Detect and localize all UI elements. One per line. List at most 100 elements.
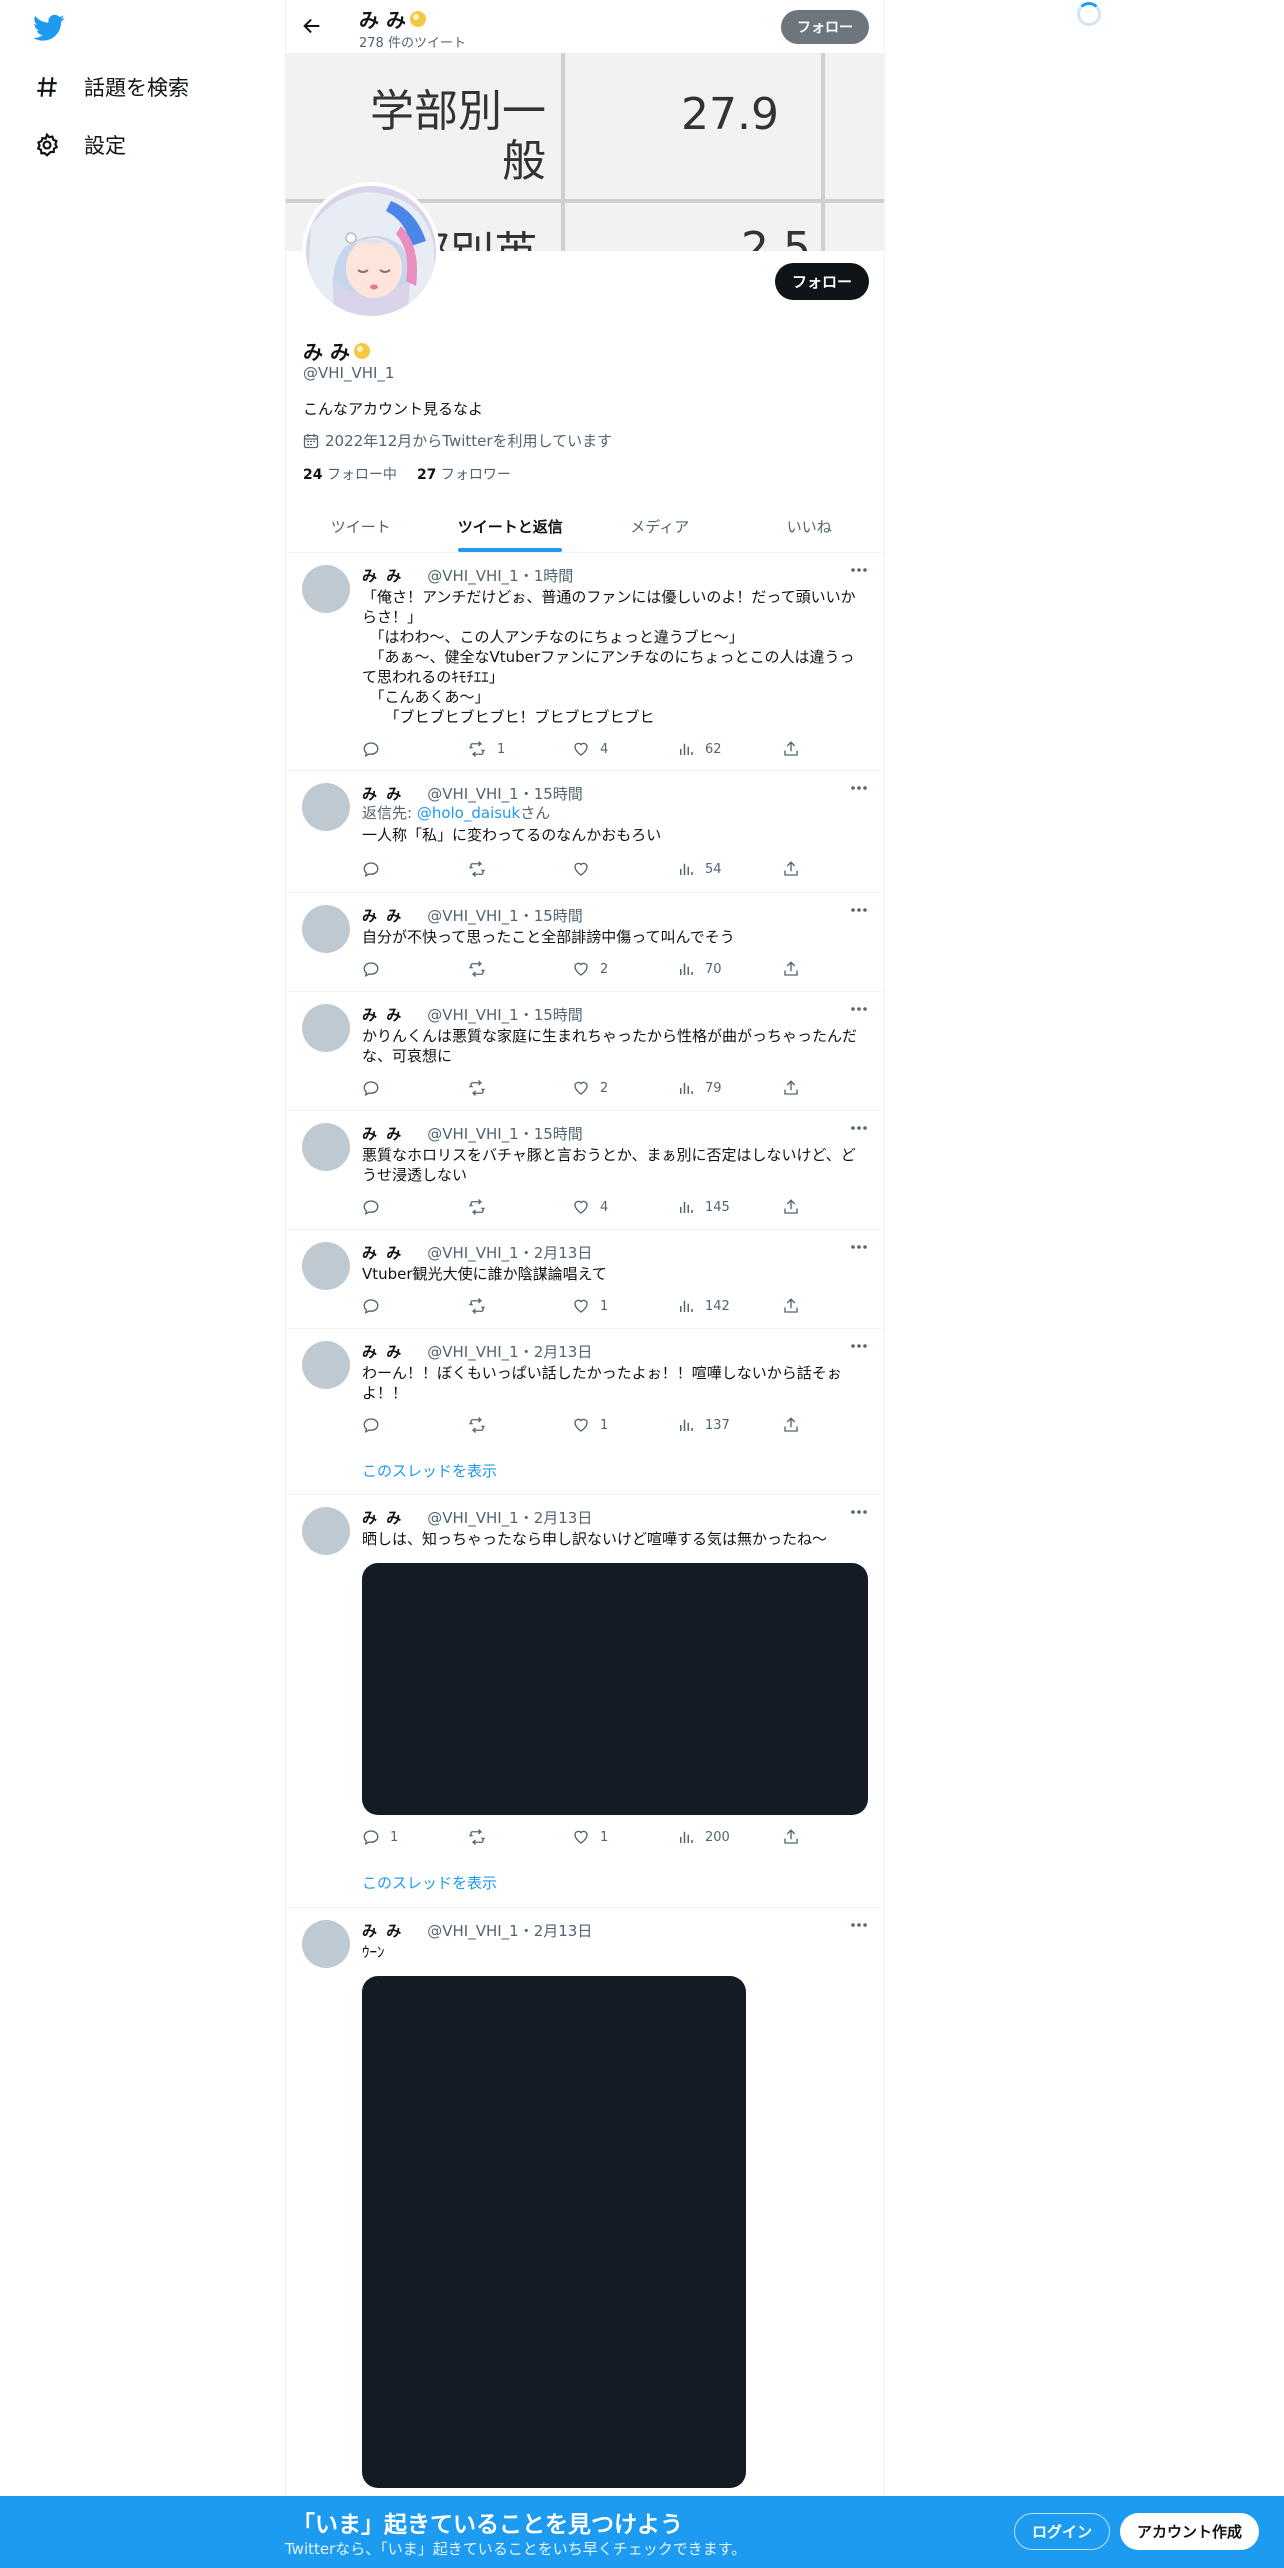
tweet-media[interactable] bbox=[362, 1976, 746, 2488]
tab-tweets-and-replies[interactable]: ツイートと返信 bbox=[436, 500, 586, 552]
tweet-author-name[interactable]: み み bbox=[362, 1123, 403, 1144]
tweet-author-name[interactable]: み み bbox=[362, 1920, 403, 1941]
tweet-handle-time[interactable]: @VHI_VHI_1・2月13日 bbox=[427, 1507, 592, 1528]
share-button[interactable] bbox=[782, 739, 802, 759]
header-follow-button[interactable]: フォロー bbox=[781, 10, 869, 44]
login-button[interactable]: ログイン bbox=[1014, 2513, 1111, 2550]
like-button[interactable]: 2 bbox=[572, 1078, 677, 1098]
more-options-icon[interactable] bbox=[850, 567, 868, 573]
views-button[interactable]: 142 bbox=[677, 1296, 782, 1316]
reply-button[interactable]: 1 bbox=[362, 1827, 467, 1847]
more-options-icon[interactable] bbox=[850, 1922, 868, 1928]
tweet-author-name[interactable]: み み bbox=[362, 565, 403, 586]
share-button[interactable] bbox=[782, 1197, 802, 1217]
followers-link[interactable]: 27 フォロワー bbox=[417, 464, 511, 484]
follow-button[interactable]: フォロー bbox=[774, 263, 869, 300]
twitter-logo-icon[interactable] bbox=[33, 14, 65, 42]
avatar[interactable] bbox=[302, 565, 350, 613]
avatar[interactable] bbox=[302, 905, 350, 953]
like-button[interactable]: 2 bbox=[572, 959, 677, 979]
share-button[interactable] bbox=[782, 1827, 802, 1847]
retweet-button[interactable] bbox=[467, 1197, 572, 1217]
views-button[interactable]: 79 bbox=[677, 1078, 782, 1098]
like-button[interactable]: 1 bbox=[572, 1296, 677, 1316]
tweet-handle-time[interactable]: @VHI_VHI_1・15時間 bbox=[427, 783, 583, 804]
reply-button[interactable] bbox=[362, 859, 467, 879]
tweet-handle-time[interactable]: @VHI_VHI_1・2月13日 bbox=[427, 1242, 592, 1263]
tweet-author-name[interactable]: み み bbox=[362, 905, 403, 926]
like-button[interactable]: 4 bbox=[572, 1197, 677, 1217]
retweet-button[interactable] bbox=[467, 959, 572, 979]
more-options-icon[interactable] bbox=[850, 1244, 868, 1250]
views-button[interactable]: 70 bbox=[677, 959, 782, 979]
reply-button[interactable] bbox=[362, 1197, 467, 1217]
reply-button[interactable] bbox=[362, 959, 467, 979]
tweet-media[interactable] bbox=[362, 1563, 868, 1815]
following-link[interactable]: 24 フォロー中 bbox=[303, 464, 397, 484]
tweet[interactable]: み み @VHI_VHI_1・15時間 自分が不快って思ったこと全部誹謗中傷って… bbox=[286, 893, 884, 992]
tweet-author-name[interactable]: み み bbox=[362, 1004, 403, 1025]
reply-button[interactable] bbox=[362, 1415, 467, 1435]
views-button[interactable]: 145 bbox=[677, 1197, 782, 1217]
share-button[interactable] bbox=[782, 1078, 802, 1098]
tweet-author-name[interactable]: み み bbox=[362, 1242, 403, 1263]
avatar[interactable] bbox=[302, 1123, 350, 1171]
avatar[interactable] bbox=[302, 1920, 350, 1968]
retweet-button[interactable] bbox=[467, 1296, 572, 1316]
retweet-button[interactable]: 1 bbox=[467, 739, 572, 759]
tweet[interactable]: み み @VHI_VHI_1・1時間 「俺さ！アンチだけどぉ、普通のファンには優… bbox=[286, 553, 884, 771]
avatar[interactable] bbox=[302, 1242, 350, 1290]
tweet[interactable]: み み @VHI_VHI_1・15時間 かりんくんは悪質な家庭に生まれちゃったか… bbox=[286, 992, 884, 1111]
signup-button[interactable]: アカウント作成 bbox=[1120, 2513, 1260, 2550]
avatar[interactable] bbox=[302, 1004, 350, 1052]
nav-explore[interactable]: 話題を検索 bbox=[34, 72, 189, 102]
more-options-icon[interactable] bbox=[850, 907, 868, 913]
more-options-icon[interactable] bbox=[850, 1125, 868, 1131]
views-button[interactable]: 62 bbox=[677, 739, 782, 759]
tab-media[interactable]: メディア bbox=[585, 500, 735, 552]
tweet-handle-time[interactable]: @VHI_VHI_1・2月13日 bbox=[427, 1920, 592, 1941]
share-button[interactable] bbox=[782, 1415, 802, 1435]
retweet-button[interactable] bbox=[467, 1415, 572, 1435]
tab-tweets[interactable]: ツイート bbox=[286, 500, 436, 552]
tweet-author-name[interactable]: み み bbox=[362, 1341, 403, 1362]
share-button[interactable] bbox=[782, 859, 802, 879]
tweet[interactable]: み み @VHI_VHI_1・2月13日 わーん！！ぼくもいっぱい話したかったよ… bbox=[286, 1329, 884, 1495]
back-arrow-icon[interactable] bbox=[301, 15, 323, 37]
reply-button[interactable] bbox=[362, 739, 467, 759]
like-button[interactable]: 1 bbox=[572, 1827, 677, 1847]
tweet[interactable]: み み @VHI_VHI_1・2月13日 ｳｰﾝ bbox=[286, 1908, 884, 2496]
retweet-button[interactable] bbox=[467, 1078, 572, 1098]
retweet-button[interactable] bbox=[467, 859, 572, 879]
tab-likes[interactable]: いいね bbox=[735, 500, 885, 552]
tweet[interactable]: み み @VHI_VHI_1・15時間 悪質なホロリスをバチャ豚と言おうとか、ま… bbox=[286, 1111, 884, 1230]
like-button[interactable]: 4 bbox=[572, 739, 677, 759]
tweet-author-name[interactable]: み み bbox=[362, 783, 403, 804]
more-options-icon[interactable] bbox=[850, 1006, 868, 1012]
tweet-handle-time[interactable]: @VHI_VHI_1・1時間 bbox=[427, 565, 573, 586]
more-options-icon[interactable] bbox=[850, 785, 868, 791]
avatar[interactable] bbox=[302, 1341, 350, 1389]
like-button[interactable]: 1 bbox=[572, 1415, 677, 1435]
retweet-button[interactable] bbox=[467, 1827, 572, 1847]
avatar[interactable] bbox=[302, 783, 350, 831]
tweet-handle-time[interactable]: @VHI_VHI_1・15時間 bbox=[427, 1123, 583, 1144]
tweet-author-name[interactable]: み み bbox=[362, 1507, 403, 1528]
nav-settings[interactable]: 設定 bbox=[34, 130, 126, 160]
more-options-icon[interactable] bbox=[850, 1343, 868, 1349]
reply-button[interactable] bbox=[362, 1296, 467, 1316]
views-button[interactable]: 200 bbox=[677, 1827, 782, 1847]
profile-avatar[interactable] bbox=[302, 182, 440, 320]
like-button[interactable] bbox=[572, 859, 677, 879]
show-thread-link[interactable]: このスレッドを表示 bbox=[362, 1872, 497, 1893]
views-button[interactable]: 137 bbox=[677, 1415, 782, 1435]
tweet-handle-time[interactable]: @VHI_VHI_1・15時間 bbox=[427, 1004, 583, 1025]
tweet[interactable]: み み @VHI_VHI_1・15時間 返信先: @holo_daisukさん … bbox=[286, 771, 884, 893]
more-options-icon[interactable] bbox=[850, 1509, 868, 1515]
tweet[interactable]: み み @VHI_VHI_1・2月13日 晒しは、知っちゃったなら申し訳ないけど… bbox=[286, 1495, 884, 1908]
tweet[interactable]: み み @VHI_VHI_1・2月13日 Vtuber観光大使に誰か陰謀論唱えて… bbox=[286, 1230, 884, 1329]
show-thread-link[interactable]: このスレッドを表示 bbox=[362, 1460, 497, 1481]
avatar[interactable] bbox=[302, 1507, 350, 1555]
tweet-handle-time[interactable]: @VHI_VHI_1・2月13日 bbox=[427, 1341, 592, 1362]
share-button[interactable] bbox=[782, 959, 802, 979]
